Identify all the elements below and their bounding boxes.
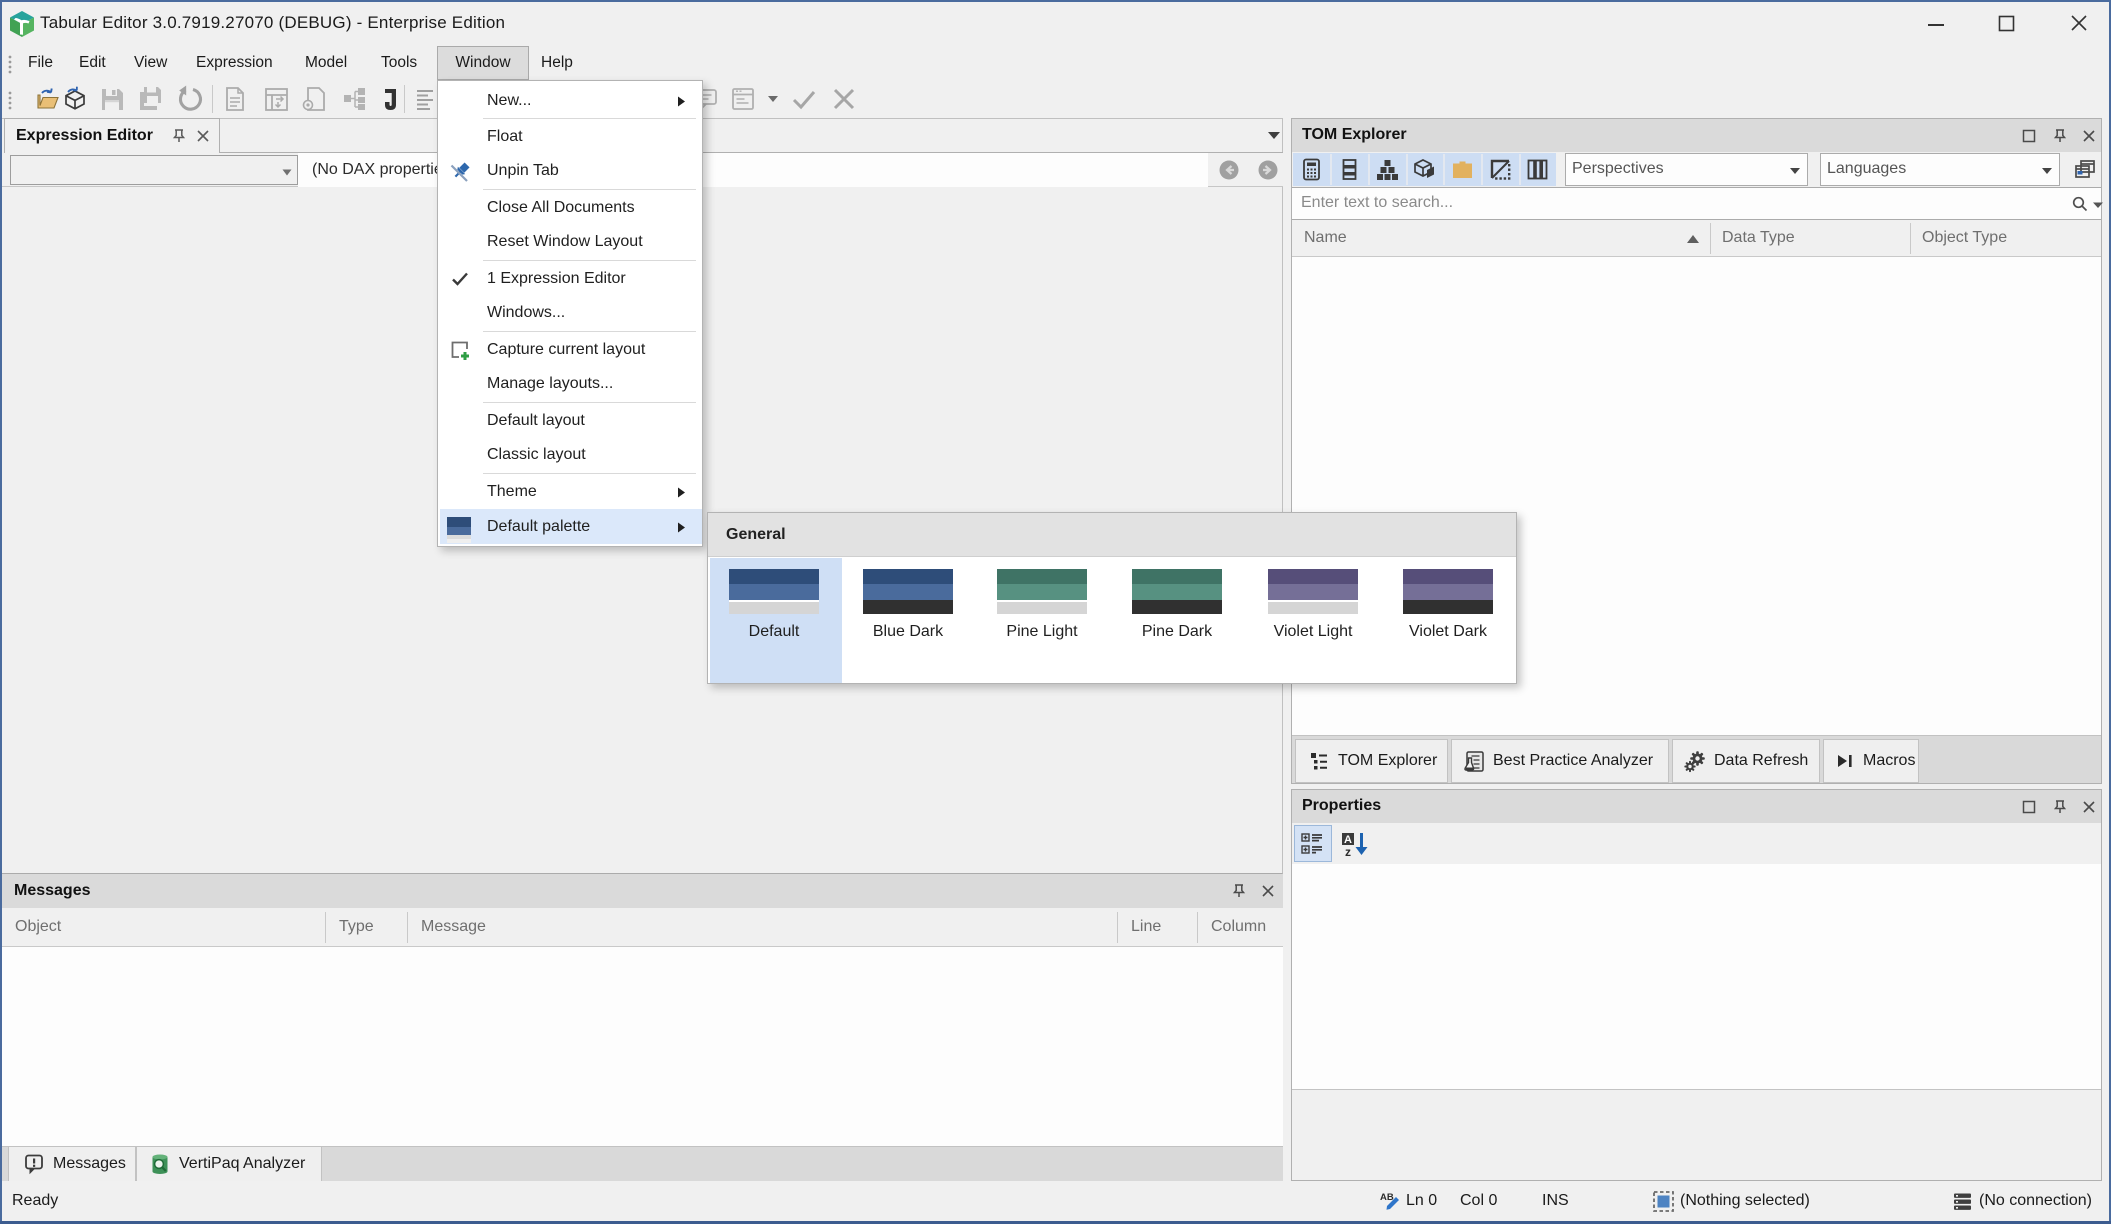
svg-text:z: z	[1345, 845, 1351, 857]
